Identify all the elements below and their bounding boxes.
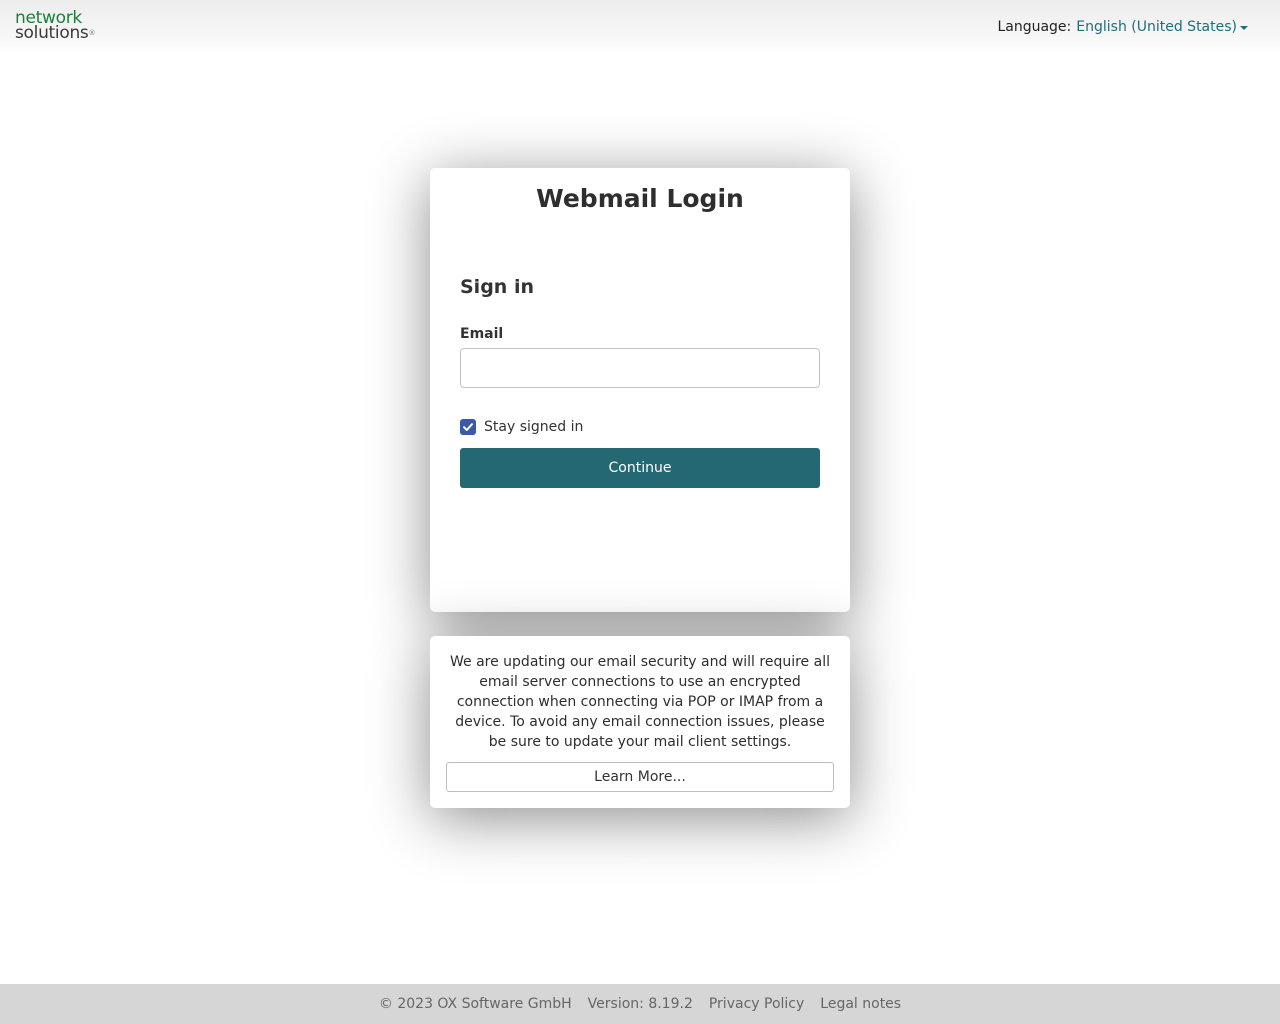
checkmark-icon [463, 423, 473, 431]
footer-version: Version: 8.19.2 [587, 996, 693, 1012]
notice-card: We are updating our email security and w… [430, 636, 850, 808]
learn-more-button[interactable]: Learn More... [446, 762, 834, 792]
language-label: Language: [997, 19, 1072, 35]
footer: © 2023 OX Software GmbH Version: 8.19.2 … [0, 984, 1280, 1024]
page-title: Webmail Login [536, 184, 744, 213]
footer-legal-link[interactable]: Legal notes [820, 996, 901, 1012]
stay-signed-in-checkbox[interactable] [460, 419, 476, 435]
logo-registered-mark: ® [88, 29, 96, 37]
language-selector: Language: English (United States) [997, 19, 1248, 35]
stay-signed-in-label[interactable]: Stay signed in [484, 419, 583, 435]
login-card: Webmail Login Sign in Email Stay signed … [430, 168, 850, 612]
header: network solutions® Language: English (Un… [0, 0, 1280, 56]
footer-copyright: © 2023 OX Software GmbH [378, 996, 572, 1012]
logo: network solutions® [15, 10, 96, 43]
footer-privacy-link[interactable]: Privacy Policy [709, 996, 804, 1012]
language-dropdown[interactable]: English (United States) [1076, 19, 1237, 35]
continue-button[interactable]: Continue [460, 448, 820, 488]
email-input[interactable] [460, 348, 820, 388]
stay-signed-in-row: Stay signed in [460, 419, 583, 435]
notice-text: We are updating our email security and w… [450, 654, 830, 750]
logo-line-2: solutions® [15, 23, 96, 43]
sign-in-heading: Sign in [460, 276, 534, 298]
logo-line-2-text: solutions [15, 23, 89, 43]
caret-down-icon[interactable] [1240, 26, 1248, 30]
email-label: Email [460, 326, 504, 342]
